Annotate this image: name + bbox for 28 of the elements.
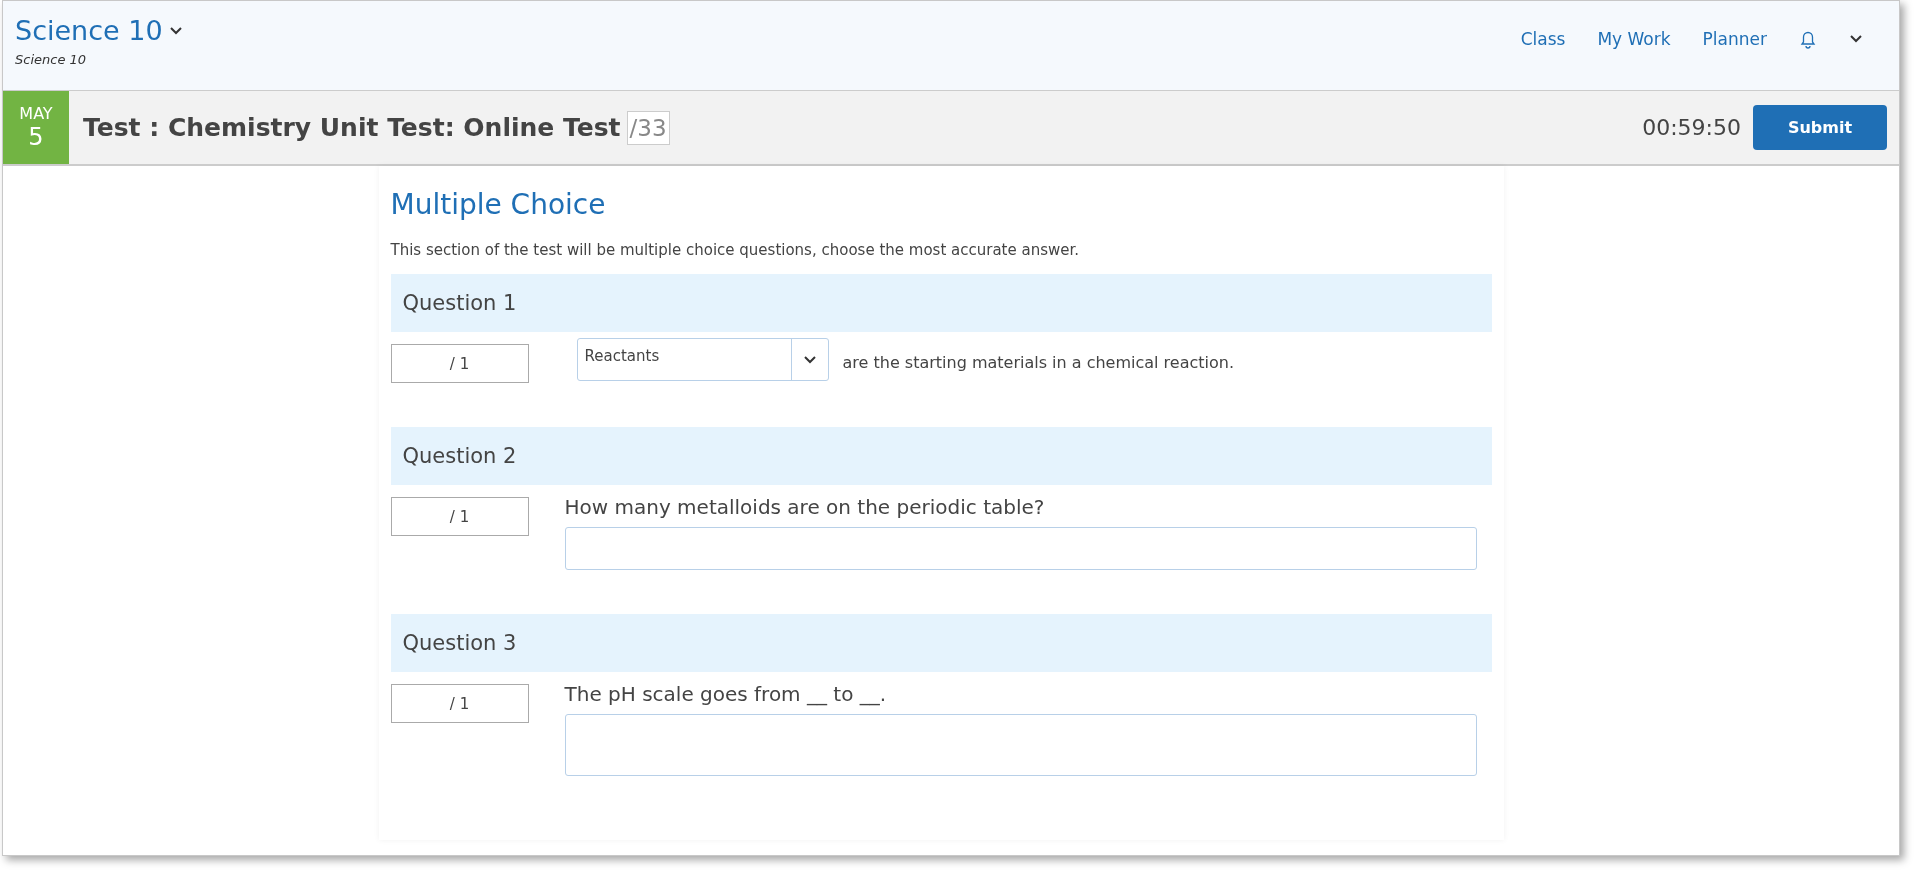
score-field[interactable]: / 1 <box>390 497 529 536</box>
course-title-link[interactable]: Science 10 <box>15 15 163 46</box>
nav-link[interactable]: My Work <box>1597 29 1671 49</box>
date-badge: MAY 5 <box>3 91 69 164</box>
question-heading: Question 1 <box>390 274 1492 332</box>
score-field[interactable]: / 1 <box>390 344 529 383</box>
question-text: How many metalloids are on the periodic table? <box>564 495 1046 519</box>
answer-field[interactable] <box>564 527 1477 570</box>
chevron-down-icon[interactable] <box>1849 34 1863 44</box>
nav-link[interactable]: Planner <box>1702 29 1767 49</box>
course-subtitle: Science 10 <box>15 52 88 67</box>
question-heading: Question 3 <box>390 614 1492 672</box>
section-title: Multiple Choice <box>390 188 607 221</box>
submit-button[interactable]: Submit <box>1753 105 1887 150</box>
timer: 00:59:50 <box>1642 115 1741 140</box>
question-heading: Question 2 <box>390 427 1492 485</box>
bell-icon[interactable] <box>1799 29 1817 49</box>
total-score: /33 <box>626 110 670 145</box>
nav-link[interactable]: Class <box>1520 29 1566 49</box>
score-field[interactable]: / 1 <box>390 684 529 723</box>
answer-field[interactable] <box>564 714 1477 776</box>
question-text: are the starting materials in a chemical reaction. <box>842 353 1234 372</box>
question-text: The pH scale goes from __ to __. <box>564 682 888 706</box>
chevron-down-icon[interactable] <box>168 25 183 36</box>
test-title: Test : Chemistry Unit Test: Online Test <box>83 113 621 142</box>
section-description: This section of the test will be multiple choice questions, choose the most accurate answer. <box>390 241 1081 259</box>
chevron-down-icon <box>802 354 817 365</box>
answer-dropdown[interactable]: Reactants <box>576 338 829 381</box>
